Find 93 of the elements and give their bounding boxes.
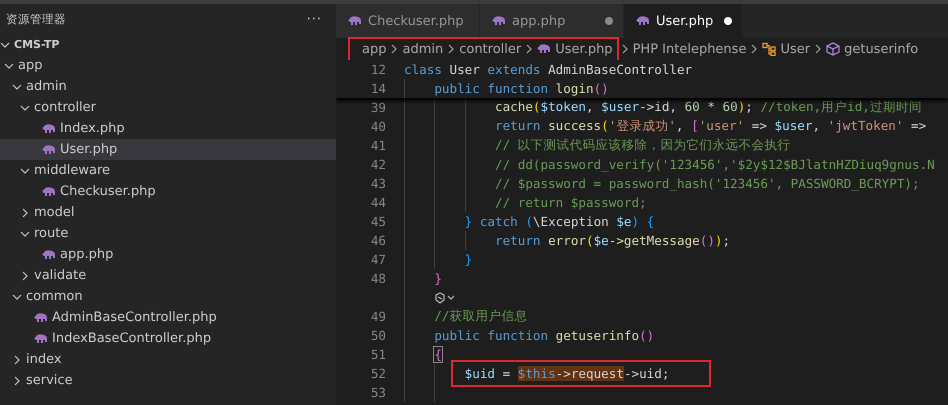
line-number: 39: [370, 100, 386, 115]
elephant-icon: [537, 44, 552, 54]
elephant-icon: [42, 186, 56, 196]
code-line: // $password = password_hash('123456', PASSWORD_BCRYPT);: [494, 176, 920, 191]
elephant-icon: [348, 16, 362, 26]
tree-item[interactable]: middleware: [0, 160, 336, 181]
elephant-icon: [34, 334, 48, 344]
chevron-right-icon: [525, 44, 534, 54]
chevron-down-icon: [4, 60, 14, 70]
code-line: } catch (\Exception $e) {: [464, 214, 654, 229]
tree-item[interactable]: model: [0, 202, 336, 223]
class-icon: [762, 42, 776, 56]
code-line: }: [464, 252, 472, 267]
chevron-right-icon: [20, 270, 30, 280]
chevron-down-icon: [12, 292, 22, 302]
breadcrumb-item[interactable]: User.php: [537, 42, 613, 56]
elephant-icon: [42, 144, 56, 154]
code-line: return error($e->getMessage());: [494, 233, 730, 248]
line-number: 52: [370, 366, 386, 381]
line-number: 43: [370, 176, 386, 191]
chevron-down-icon: [0, 40, 10, 50]
tree-item[interactable]: User.php: [0, 139, 336, 160]
tree-item[interactable]: controller: [0, 97, 336, 118]
chevron-down-icon: [20, 102, 30, 112]
line-number: 49: [370, 309, 386, 324]
tree-item[interactable]: app.php: [0, 244, 336, 265]
tree-item[interactable]: common: [0, 286, 336, 307]
more-actions-button[interactable]: ···: [306, 12, 322, 26]
unsaved-dot: [724, 17, 732, 25]
chevron-right-icon: [620, 44, 629, 54]
line-number: 50: [370, 328, 386, 343]
lens-icon: [434, 292, 456, 304]
code-line: class User extends AdminBaseController: [404, 62, 692, 77]
elephant-icon: [492, 16, 506, 26]
chevron-right-icon: [12, 354, 22, 364]
tree-item[interactable]: route: [0, 223, 336, 244]
chevron-down-icon: [20, 166, 30, 176]
line-number: 45: [370, 214, 386, 229]
elephant-icon: [636, 16, 650, 26]
chevron-down-icon: [12, 82, 22, 92]
elephant-icon: [42, 124, 56, 134]
code-line: // return $password;: [494, 195, 647, 210]
line-number: 40: [370, 119, 386, 134]
line-number: 51: [370, 347, 386, 362]
tree-item[interactable]: app: [0, 55, 336, 76]
tree-item[interactable]: Checkuser.php: [0, 181, 336, 202]
code-line: cache($token, $user->id, 60 * 60); //token,用户id,过期时间: [494, 99, 922, 116]
code-line: return success('登录成功', ['user' => $user, 'jwtToken' =>: [494, 118, 926, 135]
code-line: // dd(password_verify('123456','$2y$12$BJlatnHZDiuq9gnus.N: [494, 157, 935, 172]
line-number: 53: [370, 385, 386, 400]
chevron-right-icon: [390, 44, 398, 54]
breadcrumb-item[interactable]: app: [362, 42, 386, 56]
code-line: //获取用户信息: [434, 308, 528, 325]
line-number: 44: [370, 195, 386, 210]
tree-item[interactable]: service: [0, 370, 336, 391]
cube-icon: [826, 42, 840, 56]
code-line: public function login(): [434, 81, 609, 96]
tree-item[interactable]: CMS-TP: [0, 34, 336, 55]
chevron-right-icon: [12, 376, 22, 386]
tree-item[interactable]: admin: [0, 76, 336, 97]
elephant-icon: [42, 250, 56, 260]
line-number: 46: [370, 233, 386, 248]
line-number: 14: [370, 81, 386, 96]
tree-item[interactable]: IndexBaseController.php: [0, 328, 336, 349]
breadcrumb-item[interactable]: User: [762, 42, 810, 56]
code-line: }: [434, 271, 442, 286]
chevron-right-icon: [750, 44, 758, 54]
breadcrumb-item[interactable]: admin: [402, 42, 444, 56]
chevron-right-icon: [20, 208, 30, 218]
editor-tab[interactable]: Checkuser.php: [336, 4, 480, 38]
chevron-down-icon: [20, 228, 30, 238]
code-line: // 以下测试代码应该移除，因为它们永远不会执行: [494, 137, 791, 154]
chevron-right-icon: [814, 44, 822, 54]
breadcrumb-item[interactable]: controller: [459, 42, 522, 56]
explorer-title: 资源管理器: [6, 12, 66, 26]
elephant-icon: [34, 312, 48, 322]
unsaved-dot: [605, 17, 613, 25]
line-number: 42: [370, 157, 386, 172]
tree-item[interactable]: AdminBaseController.php: [0, 307, 336, 328]
tree-item[interactable]: validate: [0, 265, 336, 286]
line-number: 48: [370, 271, 386, 286]
line-number: 12: [370, 62, 386, 77]
line-number: 41: [370, 138, 386, 153]
tree-item[interactable]: index: [0, 349, 336, 370]
editor-tab[interactable]: app.php: [480, 4, 624, 38]
editor-tab[interactable]: User.php: [624, 4, 743, 38]
code-line: public function getuserinfo(): [434, 328, 654, 343]
chevron-right-icon: [447, 44, 456, 54]
line-number: 47: [370, 252, 386, 267]
tree-item[interactable]: Index.php: [0, 118, 336, 139]
breadcrumb-item[interactable]: getuserinfo: [826, 42, 918, 56]
breadcrumb-item[interactable]: PHP Intelephense: [632, 42, 746, 56]
code-line: {: [434, 347, 442, 362]
